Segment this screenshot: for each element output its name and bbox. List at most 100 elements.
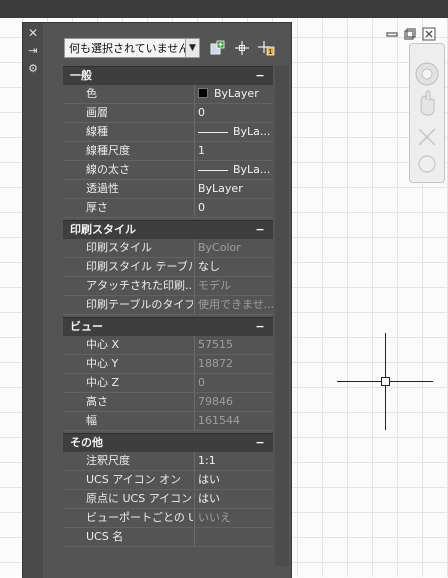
property-row[interactable]: 印刷スタイル テーブル なし [63, 258, 273, 277]
palette-title-strip[interactable]: ✕ ⇥ ⚙ [23, 23, 43, 578]
property-name: UCS 名 [86, 530, 124, 543]
property-row[interactable]: UCS アイコン オン はい [63, 471, 273, 490]
property-value[interactable]: ByLayer [194, 85, 273, 103]
property-value-text: 0 [198, 376, 205, 389]
property-value[interactable]: ByLayer [194, 180, 273, 198]
property-value[interactable]: 0 [194, 199, 273, 217]
line-sample-icon [198, 169, 228, 171]
property-row[interactable]: 印刷テーブルのタイプ 使用できませ... [63, 296, 273, 315]
property-name: アタッチされた印刷... [86, 279, 193, 292]
property-name: 色 [86, 87, 97, 100]
property-value: 161544 [194, 412, 273, 430]
property-value-text: はい [198, 473, 220, 486]
collapse-icon[interactable]: − [253, 434, 267, 452]
color-swatch-icon [198, 88, 208, 98]
property-name: 幅 [86, 414, 97, 427]
viewport-close-icon[interactable] [422, 27, 436, 41]
property-name: 中心 X [86, 338, 120, 351]
property-value[interactable] [194, 528, 273, 546]
pan-icon [420, 90, 435, 116]
property-value-text: 161544 [198, 414, 240, 427]
property-value: 使用できませ... [194, 296, 273, 314]
title-bar [0, 0, 448, 18]
property-row[interactable]: 中心 Y 18872 [63, 355, 273, 374]
close-icon[interactable]: ✕ [23, 26, 43, 40]
pickadd-toggle-icon[interactable]: 1 [256, 38, 276, 58]
property-name: 高さ [86, 395, 108, 408]
property-value: いいえ [194, 509, 273, 527]
property-value[interactable]: はい [194, 471, 273, 489]
property-row[interactable]: 高さ 79846 [63, 393, 273, 412]
property-value[interactable]: ByLa... [194, 161, 273, 179]
property-value-text: 0 [198, 201, 205, 214]
selection-dropdown[interactable]: 何も選択されていません [64, 38, 186, 58]
line-sample-icon [198, 131, 228, 133]
property-value[interactable]: 1:1 [194, 452, 273, 470]
collapse-icon[interactable]: − [253, 221, 267, 239]
property-grid: 一般 − 色 ByLayer 画層 0 線種 ByLa... 線種尺度 1 線の太さ ByLa... 透… [63, 66, 273, 547]
viewport-minimize-icon[interactable] [386, 27, 398, 41]
property-name: ビューポートごとの U... [86, 511, 193, 524]
property-value-text: ByLayer [198, 182, 243, 195]
property-row[interactable]: 透過性 ByLayer [63, 180, 273, 199]
property-value[interactable]: ByLa... [194, 123, 273, 141]
category-header[interactable]: その他 − [63, 433, 273, 452]
property-value: 79846 [194, 393, 273, 411]
category-header[interactable]: 一般 − [63, 66, 273, 85]
property-row[interactable]: 画層 0 [63, 104, 273, 123]
property-value-text: いいえ [198, 511, 231, 524]
category-header[interactable]: 印刷スタイル − [63, 220, 273, 239]
property-value[interactable]: はい [194, 490, 273, 508]
palette-scrollbar[interactable] [275, 66, 289, 566]
properties-palette: ✕ ⇥ ⚙ 何も選択されていません ▼ 1 一般 − 色 ByLayer 画層 … [22, 22, 292, 578]
property-row[interactable]: 厚さ 0 [63, 199, 273, 218]
property-row[interactable]: ビューポートごとの U... いいえ [63, 509, 273, 528]
category-title: 一般 [70, 69, 92, 82]
collapse-icon[interactable]: − [253, 67, 267, 85]
property-value-text: 57515 [198, 338, 233, 351]
property-value-text: 1 [198, 144, 205, 157]
crosshair-pickbox [381, 377, 390, 386]
autohide-icon[interactable]: ⇥ [23, 44, 43, 57]
chevron-down-icon[interactable]: ▼ [186, 38, 200, 58]
property-name: 印刷スタイル テーブル [86, 260, 193, 273]
select-objects-icon[interactable] [232, 38, 252, 58]
property-row[interactable]: 線の太さ ByLa... [63, 161, 273, 180]
property-value[interactable]: 0 [194, 104, 273, 122]
property-value-text: 0 [198, 106, 205, 119]
property-value-text: ByLa... [233, 163, 271, 176]
property-value: ByColor [194, 239, 273, 257]
property-row[interactable]: 線種 ByLa... [63, 123, 273, 142]
property-row[interactable]: 色 ByLayer [63, 85, 273, 104]
quick-select-icon[interactable] [208, 38, 228, 58]
property-row[interactable]: 原点に UCS アイコン はい [63, 490, 273, 509]
property-row[interactable]: UCS 名 [63, 528, 273, 547]
category-title: その他 [70, 436, 103, 449]
property-name: 透過性 [86, 182, 119, 195]
property-value-text: はい [198, 492, 220, 505]
property-row[interactable]: 幅 161544 [63, 412, 273, 431]
viewport-restore-icon[interactable] [404, 27, 416, 41]
category-header[interactable]: ビュー − [63, 317, 273, 336]
property-name: 注釈尺度 [86, 454, 130, 467]
property-value-text: モデル [198, 279, 231, 292]
property-value-text: 18872 [198, 357, 233, 370]
property-row[interactable]: 中心 X 57515 [63, 336, 273, 355]
property-value: モデル [194, 277, 273, 295]
property-value-text: 1:1 [198, 454, 216, 467]
property-value-text: 79846 [198, 395, 233, 408]
properties-settings-icon[interactable]: ⚙ [23, 62, 43, 75]
property-value-text: 使用できませ... [198, 298, 273, 311]
property-name: 原点に UCS アイコン [86, 492, 193, 505]
property-row[interactable]: 線種尺度 1 [63, 142, 273, 161]
property-value[interactable]: なし [194, 258, 273, 276]
property-row[interactable]: 注釈尺度 1:1 [63, 452, 273, 471]
property-value[interactable]: 1 [194, 142, 273, 160]
category-title: ビュー [70, 320, 103, 333]
collapse-icon[interactable]: − [253, 318, 267, 336]
property-row[interactable]: 印刷スタイル ByColor [63, 239, 273, 258]
property-value: 18872 [194, 355, 273, 373]
property-row[interactable]: アタッチされた印刷... モデル [63, 277, 273, 296]
property-value-text: なし [198, 260, 220, 273]
property-row[interactable]: 中心 Z 0 [63, 374, 273, 393]
